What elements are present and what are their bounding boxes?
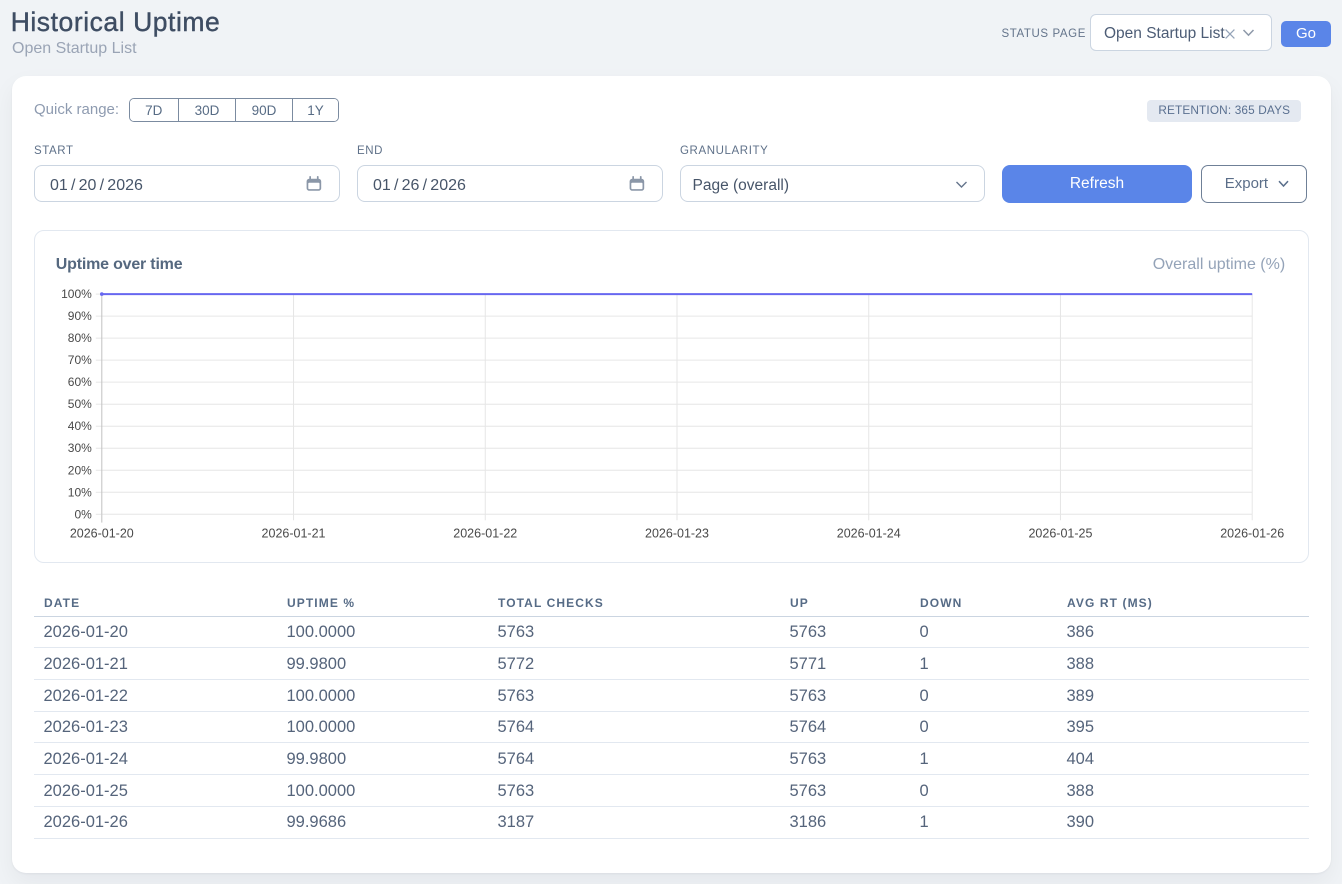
- svg-text:2026-01-20: 2026-01-20: [70, 527, 134, 541]
- svg-text:30%: 30%: [68, 442, 92, 456]
- svg-text:50%: 50%: [68, 398, 92, 412]
- svg-text:2026-01-23: 2026-01-23: [645, 527, 709, 541]
- svg-text:40%: 40%: [68, 420, 92, 434]
- svg-text:2026-01-22: 2026-01-22: [454, 527, 518, 541]
- svg-text:20%: 20%: [68, 464, 92, 478]
- svg-text:80%: 80%: [68, 332, 92, 346]
- svg-text:100%: 100%: [61, 287, 92, 301]
- svg-text:2026-01-24: 2026-01-24: [837, 527, 901, 541]
- svg-text:90%: 90%: [68, 310, 92, 324]
- svg-text:2026-01-25: 2026-01-25: [1029, 527, 1093, 541]
- svg-text:2026-01-26: 2026-01-26: [1221, 527, 1285, 541]
- svg-text:60%: 60%: [68, 376, 92, 390]
- svg-text:0%: 0%: [75, 508, 93, 522]
- svg-text:2026-01-21: 2026-01-21: [262, 527, 326, 541]
- svg-text:10%: 10%: [68, 486, 92, 500]
- svg-text:70%: 70%: [68, 354, 92, 368]
